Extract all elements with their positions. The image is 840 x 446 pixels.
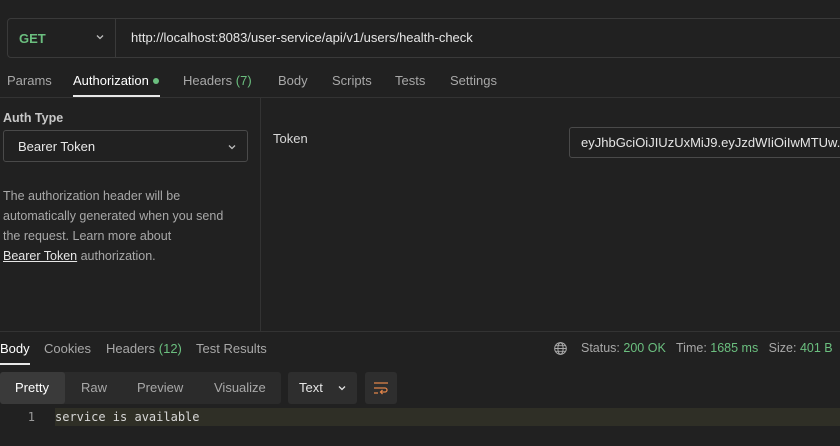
response-tab-body[interactable]: Body [0, 341, 30, 356]
url-input[interactable]: http://localhost:8083/user-service/api/v… [131, 30, 473, 45]
globe-icon[interactable] [553, 341, 568, 356]
auth-type-panel: Auth Type Bearer Token The authorization… [0, 98, 261, 332]
auth-type-value: Bearer Token [18, 139, 96, 154]
request-tabs: Params Authorization Headers (7) Body Sc… [0, 72, 840, 98]
tab-settings[interactable]: Settings [450, 73, 497, 88]
view-raw-button[interactable]: Raw [81, 372, 107, 404]
token-label: Token [273, 131, 308, 146]
wrap-lines-icon [374, 382, 388, 395]
auth-type-select[interactable]: Bearer Token [3, 130, 248, 162]
tab-headers[interactable]: Headers (7) [183, 73, 252, 88]
method-label: GET [19, 30, 46, 46]
response-tab-cookies[interactable]: Cookies [44, 341, 91, 356]
response-size[interactable]: 401 B [800, 341, 833, 355]
view-visualize-button[interactable]: Visualize [214, 372, 266, 404]
response-status-bar: Status: 200 OK Time: 1685 ms Size: 401 B [581, 341, 833, 355]
token-input[interactable]: eyJhbGciOiJIUzUxMiJ9.eyJzdWIiOiIwMTUw... [569, 127, 840, 158]
tab-params[interactable]: Params [7, 73, 52, 88]
response-body-text[interactable]: service is available [55, 408, 840, 426]
chevron-down-icon [96, 35, 104, 40]
response-divider [0, 331, 840, 332]
code-line: 1 service is available [0, 408, 840, 426]
chevron-down-icon [338, 386, 346, 391]
method-select[interactable]: GET [8, 19, 116, 57]
wrap-lines-button[interactable] [365, 372, 397, 404]
view-pretty-button[interactable]: Pretty [0, 372, 65, 404]
active-tab-indicator [73, 95, 160, 97]
chevron-down-icon [228, 145, 236, 150]
body-format-select[interactable]: Text [288, 372, 357, 404]
tab-tests[interactable]: Tests [395, 73, 425, 88]
auth-description: The authorization header will be automat… [3, 189, 224, 263]
tab-scripts[interactable]: Scripts [332, 73, 372, 88]
auth-type-label: Auth Type [3, 111, 64, 125]
active-dot-icon [152, 77, 159, 84]
response-time[interactable]: 1685 ms [710, 341, 758, 355]
tab-body[interactable]: Body [278, 73, 308, 88]
tab-authorization[interactable]: Authorization [73, 73, 159, 88]
response-tab-headers[interactable]: Headers (12) [106, 341, 182, 356]
view-preview-button[interactable]: Preview [137, 372, 183, 404]
active-response-tab-indicator [0, 363, 30, 365]
body-view-group: Pretty Raw Preview Visualize [0, 372, 281, 404]
response-tab-test-results[interactable]: Test Results [196, 341, 267, 356]
bearer-token-link[interactable]: Bearer Token [3, 249, 77, 263]
status-code[interactable]: 200 OK [623, 341, 665, 355]
url-bar: GET http://localhost:8083/user-service/a… [7, 18, 840, 58]
line-number: 1 [27, 410, 35, 424]
